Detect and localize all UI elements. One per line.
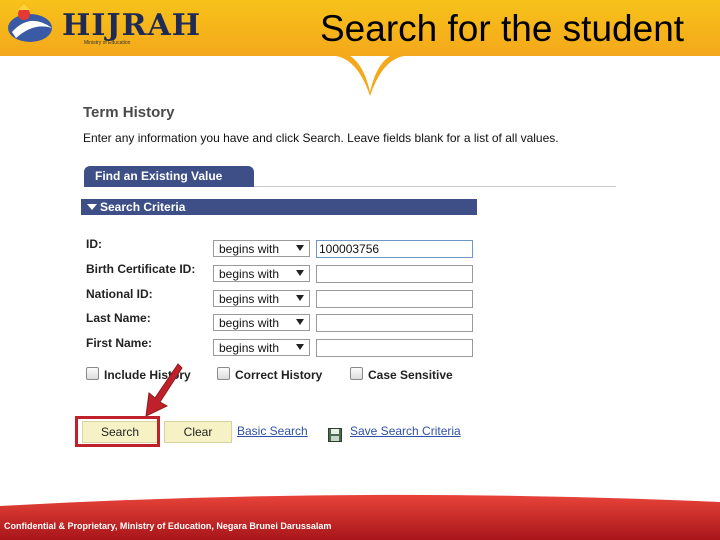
slide-footer bbox=[0, 494, 720, 540]
last-name-operator-select[interactable]: begins with bbox=[213, 314, 310, 331]
first-name-operator-select[interactable]: begins with bbox=[213, 339, 310, 356]
annotation-arrow-icon bbox=[145, 363, 183, 417]
logo-text: HIJRAH bbox=[62, 8, 202, 43]
footer-text: Confidential & Proprietary, Ministry of … bbox=[4, 521, 332, 531]
include-history-checkbox[interactable] bbox=[86, 367, 99, 380]
operator-value: begins with bbox=[219, 292, 280, 306]
first-name-input[interactable] bbox=[316, 339, 473, 357]
id-label: ID: bbox=[86, 237, 102, 251]
save-search-criteria-link[interactable]: Save Search Criteria bbox=[350, 424, 461, 438]
birth-certificate-id-input[interactable] bbox=[316, 265, 473, 283]
basic-search-link[interactable]: Basic Search bbox=[237, 424, 308, 438]
id-input[interactable] bbox=[316, 240, 473, 258]
national-id-operator-select[interactable]: begins with bbox=[213, 290, 310, 307]
case-sensitive-label: Case Sensitive bbox=[368, 368, 453, 382]
dropdown-arrow-icon bbox=[296, 344, 304, 350]
slide-title: Search for the student bbox=[320, 8, 685, 49]
operator-value: begins with bbox=[219, 316, 280, 330]
birth-certificate-id-label: Birth Certificate ID: bbox=[86, 262, 196, 276]
search-criteria-header[interactable]: Search Criteria bbox=[81, 199, 477, 215]
correct-history-label: Correct History bbox=[235, 368, 323, 382]
dropdown-arrow-icon bbox=[296, 319, 304, 325]
instructions-text: Enter any information you have and click… bbox=[83, 131, 559, 145]
operator-value: begins with bbox=[219, 242, 280, 256]
last-name-input[interactable] bbox=[316, 314, 473, 332]
national-id-label: National ID: bbox=[86, 287, 153, 301]
first-name-label: First Name: bbox=[86, 336, 153, 350]
section-label: Search Criteria bbox=[100, 200, 186, 214]
tab-find-existing-value[interactable]: Find an Existing Value bbox=[84, 166, 254, 187]
save-icon[interactable] bbox=[328, 428, 342, 442]
operator-value: begins with bbox=[219, 341, 280, 355]
header-notch bbox=[0, 52, 720, 96]
tab-divider bbox=[254, 186, 616, 187]
operator-value: begins with bbox=[219, 267, 280, 281]
birth-certificate-operator-select[interactable]: begins with bbox=[213, 265, 310, 282]
logo-subtext: Ministry of Education bbox=[84, 40, 131, 46]
national-id-input[interactable] bbox=[316, 290, 473, 308]
page-title: Term History bbox=[83, 104, 175, 121]
search-highlight-box bbox=[75, 416, 160, 447]
clear-button[interactable]: Clear bbox=[164, 421, 232, 443]
hijrah-logo: HIJRAH Ministry of Education bbox=[4, 2, 200, 48]
collapse-caret-icon[interactable] bbox=[87, 204, 97, 210]
dropdown-arrow-icon bbox=[296, 295, 304, 301]
dropdown-arrow-icon bbox=[296, 270, 304, 276]
correct-history-checkbox[interactable] bbox=[217, 367, 230, 380]
last-name-label: Last Name: bbox=[86, 311, 151, 325]
logo-emblem-icon bbox=[8, 4, 52, 42]
case-sensitive-checkbox[interactable] bbox=[350, 367, 363, 380]
dropdown-arrow-icon bbox=[296, 245, 304, 251]
tab-label: Find an Existing Value bbox=[95, 169, 223, 183]
id-operator-select[interactable]: begins with bbox=[213, 240, 310, 257]
